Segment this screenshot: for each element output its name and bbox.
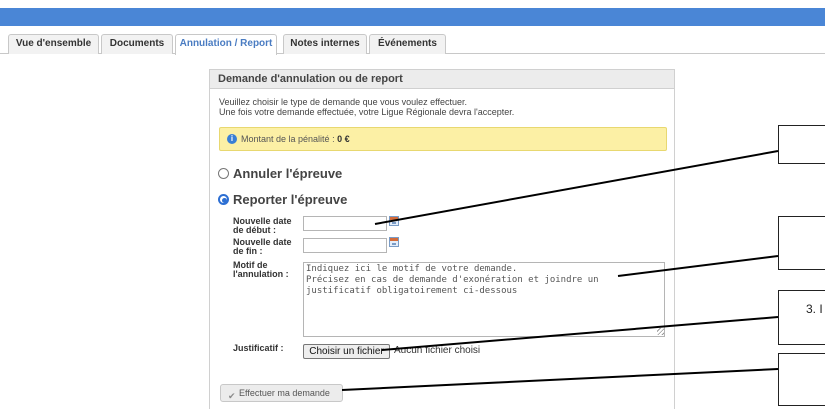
intro-line-1: Veuillez choisir le type de demande que … [219, 97, 467, 107]
top-header-bar [0, 8, 825, 26]
tab-events[interactable]: Événements [369, 34, 446, 54]
calendar-icon[interactable] [389, 216, 399, 226]
postpone-option-label: Reporter l'épreuve [233, 192, 348, 207]
end-date-input[interactable] [303, 238, 387, 253]
submit-request-button[interactable]: ✔ Effectuer ma demande [220, 384, 343, 402]
intro-text: Veuillez choisir le type de demande que … [219, 97, 514, 117]
tab-overview[interactable]: Vue d'ensemble [8, 34, 99, 54]
start-date-label-line-2: de début : [233, 225, 276, 235]
cancel-radio[interactable] [218, 168, 229, 179]
start-date-label: Nouvelle date de début : [233, 217, 292, 235]
motif-label-line-2: l'annulation : [233, 269, 289, 279]
callout-box-2 [778, 216, 825, 270]
request-panel: Demande d'annulation ou de report Veuill… [209, 69, 675, 409]
end-date-label-line-2: de fin : [233, 246, 263, 256]
motif-label: Motif de l'annulation : [233, 261, 289, 279]
callout-box-4 [778, 353, 825, 406]
motif-textarea[interactable] [303, 262, 665, 337]
callout-box-3: 3. I [778, 290, 825, 345]
penalty-value: 0 € [337, 134, 350, 144]
tab-documents[interactable]: Documents [101, 34, 173, 54]
submit-label: Effectuer ma demande [239, 388, 330, 398]
cancel-option-label: Annuler l'épreuve [233, 166, 343, 181]
panel-title: Demande d'annulation ou de report [210, 70, 674, 89]
calendar-icon[interactable] [389, 237, 399, 247]
info-icon: i [227, 134, 237, 144]
end-date-label: Nouvelle date de fin : [233, 238, 292, 256]
choose-file-button[interactable]: Choisir un fichier [303, 344, 390, 359]
penalty-label: Montant de la pénalité : [241, 134, 338, 144]
intro-line-2: Une fois votre demande effectuée, votre … [219, 107, 515, 117]
justificatif-label: Justificatif : [233, 343, 284, 353]
tab-cancellation-postpone[interactable]: Annulation / Report [175, 34, 277, 55]
resize-grip-icon[interactable] [657, 328, 664, 335]
penalty-alert: i Montant de la pénalité : 0 € [219, 127, 667, 151]
postpone-radio[interactable] [218, 194, 229, 205]
check-icon: ✔ [228, 391, 236, 401]
start-date-input[interactable] [303, 216, 387, 231]
callout-box-1 [778, 125, 825, 164]
penalty-text: Montant de la pénalité : 0 € [241, 134, 350, 144]
file-status-text: Aucun fichier choisi [394, 345, 481, 356]
callout-label-3: 3. I [806, 302, 823, 316]
tab-internal-notes[interactable]: Notes internes [283, 34, 367, 54]
tab-bar: Vue d'ensemble Documents Annulation / Re… [0, 34, 825, 55]
